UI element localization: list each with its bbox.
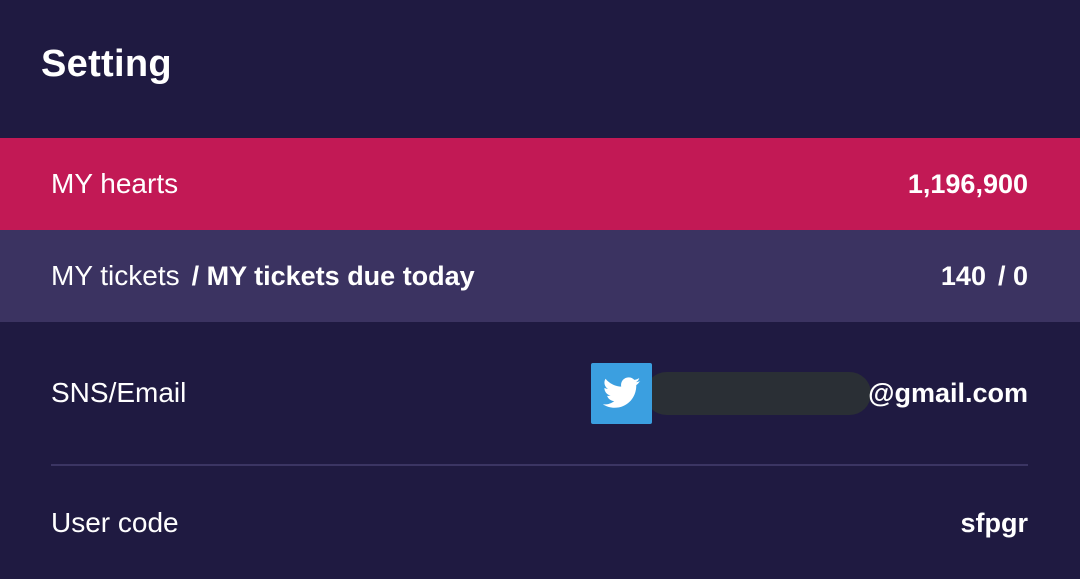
hearts-label: MY hearts bbox=[51, 168, 179, 199]
user-code-row: User code sfpgr bbox=[0, 466, 1080, 579]
tickets-row: MY tickets / MY tickets due today 140 / … bbox=[0, 230, 1080, 322]
hearts-value: 1,196,900 bbox=[907, 168, 1028, 199]
tickets-label: MY tickets bbox=[51, 260, 180, 291]
user-code-value: sfpgr bbox=[960, 507, 1029, 538]
hearts-row: MY hearts 1,196,900 bbox=[0, 138, 1080, 230]
header: Setting bbox=[0, 0, 1080, 138]
settings-page: Setting MY hearts 1,196,900 MY tickets /… bbox=[0, 0, 1080, 579]
tickets-count: 140 bbox=[940, 260, 986, 291]
email-domain: @gmail.com bbox=[868, 377, 1028, 408]
user-code-label: User code bbox=[51, 507, 179, 538]
page-title: Setting bbox=[41, 43, 172, 85]
sns-row[interactable]: SNS/Email @gmail.com bbox=[0, 322, 1080, 464]
sns-label: SNS/Email bbox=[51, 377, 187, 408]
sns-account: @gmail.com bbox=[591, 362, 1028, 424]
tickets-label-group: MY tickets / MY tickets due today bbox=[51, 260, 475, 292]
tickets-due-label: / MY tickets due today bbox=[191, 260, 475, 291]
redacted-email-user bbox=[645, 371, 872, 415]
tickets-due-count: / 0 bbox=[997, 260, 1028, 291]
tickets-value-group: 140 / 0 bbox=[941, 261, 1028, 292]
twitter-icon bbox=[591, 362, 653, 424]
